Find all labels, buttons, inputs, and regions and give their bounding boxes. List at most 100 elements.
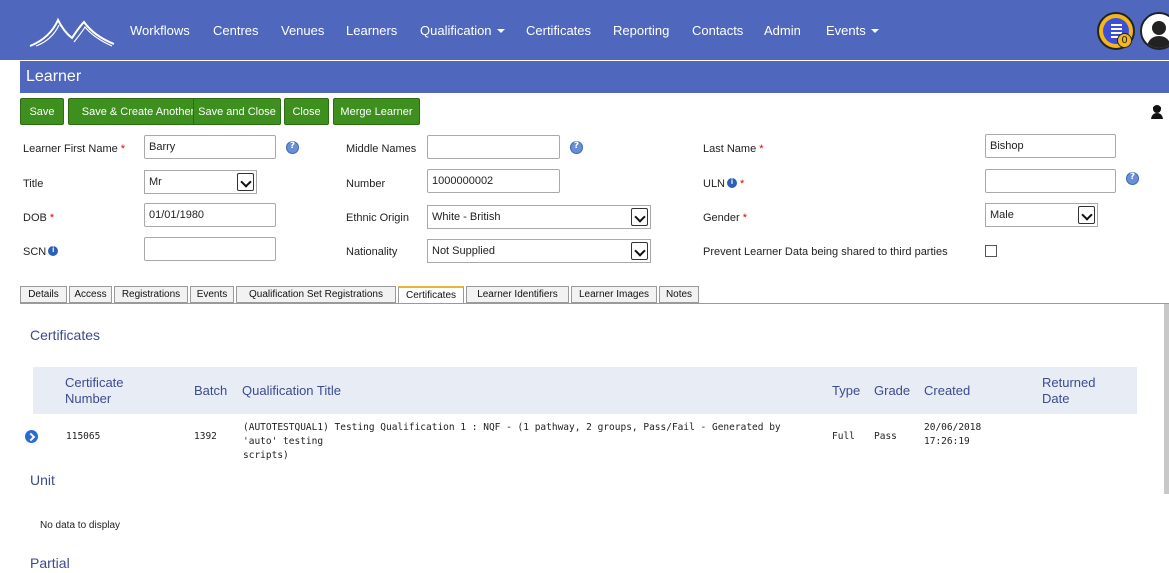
col-created[interactable]: Created [924,383,970,399]
tab-certificates[interactable]: Certificates [398,286,464,304]
help-icon[interactable] [286,141,299,154]
cell-qualification-title: (AUTOTESTQUAL1) Testing Qualification 1 … [243,421,813,463]
uln-input[interactable] [985,169,1116,193]
tab-notes[interactable]: Notes [659,286,699,303]
ethnic-origin-select[interactable]: White - British [427,205,651,229]
tab-access[interactable]: Access [69,286,112,303]
unit-empty-message: No data to display [40,520,121,531]
tab-divider [20,303,1169,304]
unit-heading: Unit [30,472,55,488]
cell-qualification-title-line2: scripts) [243,450,289,461]
nav-venues[interactable]: Venues [281,23,324,38]
prevent-sharing-checkbox[interactable] [985,245,997,257]
tab-events[interactable]: Events [190,286,234,303]
col-certificate-number[interactable]: Certificate Number [65,375,124,407]
last-name-input[interactable]: Bishop [985,134,1116,158]
dob-input[interactable]: 01/01/1980 [144,203,276,227]
first-name-label: Learner First Name * [23,143,125,155]
first-name-input[interactable]: Barry [144,135,276,159]
cell-type: Full [832,431,855,442]
col-type[interactable]: Type [832,383,860,399]
info-icon[interactable] [727,177,738,188]
nav-contacts[interactable]: Contacts [692,23,743,38]
dob-label-text: DOB [23,212,47,224]
col-qualification-title[interactable]: Qualification Title [242,383,341,399]
number-input[interactable]: 1000000002 [427,169,560,193]
col-batch[interactable]: Batch [194,383,227,399]
cell-created-line2: 17:26:19 [924,436,970,447]
certificates-grid-header: Certificate Number Batch Qualification T… [33,367,1137,414]
cell-certificate-number: 115065 [66,431,101,442]
cell-qualification-title-line1: (AUTOTESTQUAL1) Testing Qualification 1 … [243,422,781,447]
scn-label: SCN [23,245,59,258]
user-menu-button[interactable] [1140,12,1169,50]
nav-workflows[interactable]: Workflows [130,23,190,38]
nav-admin[interactable]: Admin [764,23,801,38]
title-select-value: Mr [149,176,162,188]
middle-names-input[interactable] [427,135,560,159]
col-grade[interactable]: Grade [874,383,910,399]
scn-input[interactable] [144,237,276,261]
gender-select-value: Male [990,209,1014,221]
required-marker: * [759,143,764,155]
nav-centres[interactable]: Centres [213,23,259,38]
col-returned-date-line1: Returned [1042,375,1096,390]
nav-certificates[interactable]: Certificates [526,23,591,38]
uln-label-text: ULN [703,178,726,190]
tab-registrations[interactable]: Registrations [114,286,188,303]
cell-created-line1: 20/06/2018 [924,422,982,433]
nav-learners[interactable]: Learners [346,23,397,38]
cell-grade: Pass [874,431,897,442]
col-certificate-number-line1: Certificate [65,375,124,390]
required-marker: * [742,212,747,224]
required-marker: * [740,178,745,190]
col-returned-date-line2: Date [1042,391,1070,406]
tasks-count-badge: 0 [1117,33,1132,48]
first-name-label-text: Learner First Name [23,143,118,155]
save-create-another-button[interactable]: Save & Create Another [68,98,208,125]
top-navbar: Workflows Centres Venues Learners Qualif… [0,0,1169,60]
tab-qualification-set-registrations[interactable]: Qualification Set Registrations [236,286,396,303]
save-button[interactable]: Save [20,98,64,125]
nationality-value: Not Supplied [432,245,495,257]
chevron-down-icon [631,242,648,260]
gender-select[interactable]: Male [985,203,1098,227]
nav-events-label: Events [826,23,866,38]
last-name-label-text: Last Name [703,143,757,155]
uln-label: ULN * [703,177,745,190]
save-and-close-button[interactable]: Save and Close [193,98,281,125]
merge-learner-button[interactable]: Merge Learner [333,98,420,125]
tab-learner-images[interactable]: Learner Images [571,286,657,303]
certificates-heading: Certificates [30,327,101,343]
nationality-label: Nationality [346,246,398,258]
col-returned-date[interactable]: Returned Date [1042,375,1095,407]
scn-label-text: SCN [23,246,47,258]
nationality-select[interactable]: Not Supplied [427,239,651,263]
content-scrollbar[interactable] [1164,304,1169,494]
close-button[interactable]: Close [284,98,329,125]
chevron-down-icon [237,173,254,191]
tab-learner-identifiers[interactable]: Learner Identifiers [466,286,569,303]
prevent-sharing-label: Prevent Learner Data being shared to thi… [703,246,948,258]
help-icon[interactable] [570,141,583,154]
caret-down-icon [870,29,879,33]
title-select[interactable]: Mr [144,170,257,194]
anonymous-user-icon[interactable] [1150,104,1164,120]
nav-events[interactable]: Events [826,23,879,38]
tab-details[interactable]: Details [20,286,67,303]
mountains-logo-icon[interactable] [28,12,116,48]
cell-created: 20/06/2018 17:26:19 [924,421,981,449]
ethnic-origin-label: Ethnic Origin [346,212,409,224]
nav-qualification[interactable]: Qualification [420,23,505,38]
help-icon[interactable] [1126,172,1139,185]
dob-label: DOB * [23,212,54,224]
partial-heading: Partial [30,555,70,571]
tasks-button[interactable]: 0 [1097,12,1135,50]
expand-row-icon[interactable] [25,430,38,443]
info-icon[interactable] [48,245,59,256]
title-label: Title [23,178,44,190]
ethnic-origin-value: White - British [432,211,501,223]
nav-reporting[interactable]: Reporting [613,23,669,38]
caret-down-icon [496,29,505,33]
chevron-down-icon [631,208,648,226]
